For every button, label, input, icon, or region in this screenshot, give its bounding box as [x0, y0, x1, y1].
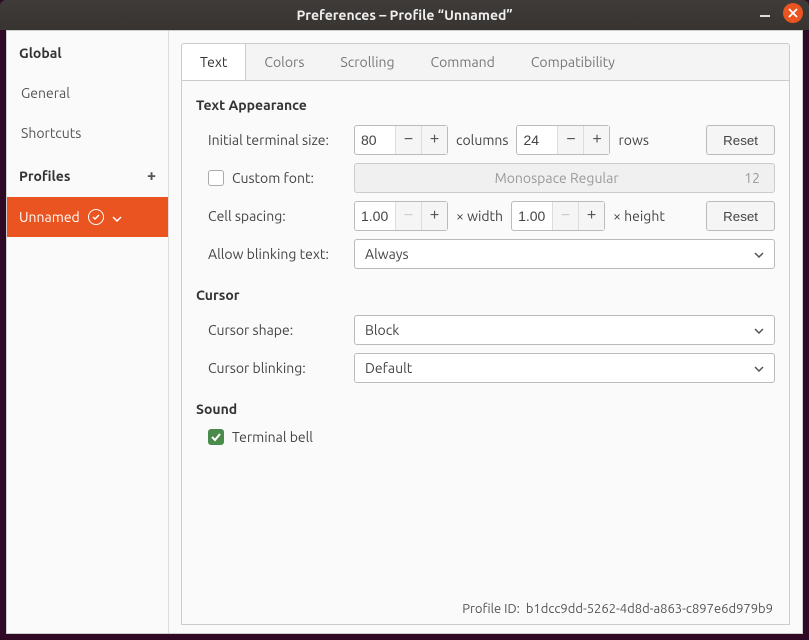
label-initial-size: Initial terminal size: — [196, 132, 346, 148]
font-name: Monospace Regular — [369, 170, 744, 186]
cursor-blinking-value: Default — [365, 360, 412, 376]
cell-height-stepper[interactable]: − + — [511, 201, 605, 231]
profile-name: Unnamed — [19, 209, 80, 225]
label-cursor-blinking: Cursor blinking: — [196, 360, 346, 376]
cursor-shape-select[interactable]: Block — [354, 315, 775, 345]
rows-input[interactable] — [517, 126, 557, 154]
label-cell-spacing: Cell spacing: — [196, 208, 346, 224]
cell-width-input[interactable] — [355, 202, 395, 230]
sidebar-global-header: Global — [7, 31, 168, 73]
label-columns: columns — [456, 132, 508, 148]
profile-id-value: b1dcc9dd-5262-4d8d-a863-c897e6d979b9 — [526, 602, 773, 616]
profile-id-label: Profile ID: — [462, 602, 520, 616]
cell-height-plus-icon[interactable]: + — [578, 202, 604, 230]
columns-input[interactable] — [355, 126, 395, 154]
label-terminal-bell: Terminal bell — [232, 429, 313, 445]
rows-stepper[interactable]: − + — [516, 125, 610, 155]
label-allow-blinking: Allow blinking text: — [196, 246, 346, 262]
terminal-bell-checkbox[interactable] — [208, 429, 224, 445]
tab-compatibility[interactable]: Compatibility — [513, 44, 633, 80]
font-chooser-button[interactable]: Monospace Regular 12 — [354, 163, 775, 193]
sidebar: Global General Shortcuts Profiles + Unna… — [7, 31, 169, 633]
cell-width-stepper[interactable]: − + — [354, 201, 448, 231]
chevron-down-icon — [754, 363, 764, 374]
font-size: 12 — [744, 170, 760, 186]
reset-size-button[interactable]: Reset — [706, 125, 775, 155]
cell-width-plus-icon[interactable]: + — [421, 202, 447, 230]
tab-colors[interactable]: Colors — [246, 44, 322, 80]
default-profile-check-icon — [88, 209, 104, 225]
columns-stepper[interactable]: − + — [354, 125, 448, 155]
custom-font-checkbox[interactable] — [208, 170, 224, 186]
rows-minus-icon[interactable]: − — [557, 126, 583, 154]
allow-blinking-select[interactable]: Always — [354, 239, 775, 269]
close-button[interactable] — [783, 3, 803, 23]
section-cursor: Cursor — [196, 287, 775, 303]
allow-blinking-value: Always — [365, 246, 409, 262]
cell-height-minus-icon: − — [552, 202, 578, 230]
sidebar-profiles-header: Profiles + — [7, 153, 168, 197]
cursor-blinking-select[interactable]: Default — [354, 353, 775, 383]
sidebar-item-general[interactable]: General — [7, 73, 168, 113]
label-rows: rows — [618, 132, 648, 148]
chevron-down-icon — [754, 249, 764, 260]
title-bar: Preferences – Profile “Unnamed” — [0, 0, 809, 30]
reset-cell-spacing-button[interactable]: Reset — [706, 201, 775, 231]
columns-minus-icon[interactable]: − — [395, 126, 421, 154]
cell-width-minus-icon: − — [395, 202, 421, 230]
profiles-label: Profiles — [19, 168, 70, 184]
profile-menu-chevron-icon[interactable] — [112, 209, 122, 225]
profile-id-footer: Profile ID: b1dcc9dd-5262-4d8d-a863-c897… — [196, 596, 775, 616]
sidebar-item-shortcuts[interactable]: Shortcuts — [7, 113, 168, 153]
cursor-shape-value: Block — [365, 322, 399, 338]
sidebar-profile-unnamed[interactable]: Unnamed — [7, 197, 168, 237]
tab-scrolling[interactable]: Scrolling — [322, 44, 412, 80]
rows-plus-icon[interactable]: + — [583, 126, 609, 154]
label-custom-font: Custom font: — [232, 170, 314, 186]
label-cursor-shape: Cursor shape: — [196, 322, 346, 338]
window-title: Preferences – Profile “Unnamed” — [296, 7, 512, 23]
tab-command[interactable]: Command — [413, 44, 513, 80]
columns-plus-icon[interactable]: + — [421, 126, 447, 154]
section-text-appearance: Text Appearance — [196, 97, 775, 113]
cell-height-input[interactable] — [512, 202, 552, 230]
section-sound: Sound — [196, 401, 775, 417]
add-profile-icon[interactable]: + — [147, 167, 156, 185]
label-height: × height — [613, 208, 665, 224]
tab-text[interactable]: Text — [182, 44, 246, 80]
label-width: × width — [456, 208, 503, 224]
chevron-down-icon — [754, 325, 764, 336]
minimize-button[interactable] — [759, 5, 771, 21]
tab-bar: Text Colors Scrolling Command Compatibil… — [181, 43, 790, 81]
